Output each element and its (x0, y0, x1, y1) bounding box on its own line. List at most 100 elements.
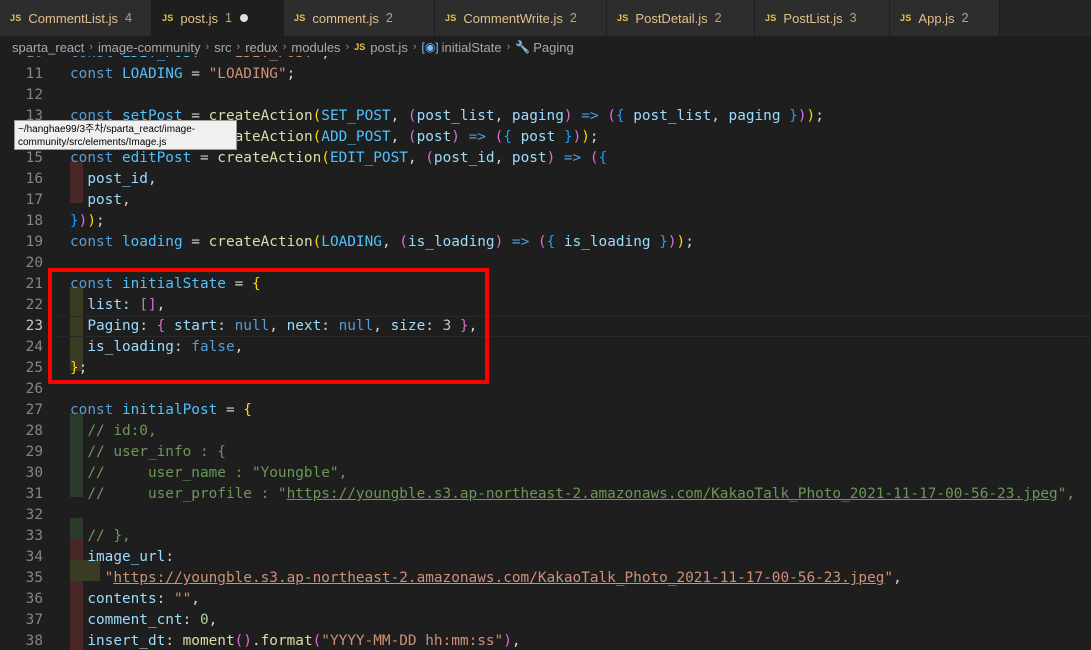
variable-symbol-icon: [◉] (421, 40, 439, 54)
line-number: 22 (25, 297, 43, 313)
breadcrumb-property[interactable]: Paging (533, 40, 573, 55)
code-line[interactable]: 28 // id:0, (0, 421, 1091, 442)
code-line[interactable]: 11 const LOADING = "LOADING"; (0, 64, 1091, 85)
code-token: const (70, 66, 122, 82)
code-token: , (711, 108, 729, 124)
editor-tab[interactable]: JS PostDetail.js 2 (607, 0, 755, 36)
code-token: => (459, 129, 495, 145)
breadcrumb: sparta_react › image-community › src › redux › m… (0, 36, 1091, 58)
code-line[interactable]: 36 contents: "", (0, 589, 1091, 610)
javascript-file-icon: JS (162, 13, 174, 23)
chevron-right-icon: › (89, 41, 93, 53)
code-token: LOADING (321, 234, 382, 250)
javascript-file-icon: JS (900, 13, 912, 23)
code-token: ) (563, 108, 573, 124)
editor-tab[interactable]: JS post.js 1 (152, 0, 284, 36)
code-token: , (511, 633, 521, 649)
code-line[interactable]: 18})); (0, 211, 1091, 232)
tab-label: CommentList.js (28, 10, 118, 26)
editor-tab[interactable]: JS CommentList.js 4 (0, 0, 152, 36)
editor-tab[interactable]: JS comment.js 2 (284, 0, 435, 36)
code-line[interactable]: 12 (0, 85, 1091, 106)
code-token: // id:0, (87, 423, 157, 439)
code-line[interactable]: 17 post, (0, 190, 1091, 211)
code-token: moment (182, 633, 235, 649)
code-line[interactable]: 15 const editPost = createAction(EDIT_POS… (0, 148, 1091, 169)
line-number: 26 (25, 381, 43, 397)
breadcrumb-segment[interactable]: redux (245, 40, 278, 55)
code-token: } (555, 129, 573, 145)
breadcrumb-segment[interactable]: src (214, 40, 231, 55)
code-token: : (165, 633, 183, 649)
code-line[interactable]: 10 const EDIT_POST = "EDIT_POST"; (0, 56, 1091, 64)
code-token: { (546, 234, 564, 250)
line-number: 36 (25, 591, 43, 607)
breadcrumb-symbol[interactable]: initialState (442, 40, 502, 55)
code-token: ( (312, 129, 322, 145)
code-token: https://youngble.s3.ap-northeast-2.amazo… (113, 570, 885, 586)
unsaved-dot-icon[interactable] (239, 14, 248, 22)
line-number: 34 (25, 549, 43, 565)
code-line[interactable]: 34 image_url: (0, 547, 1091, 568)
chevron-right-icon: › (205, 41, 210, 53)
code-token: } (650, 234, 668, 250)
code-token: "LOADING" (208, 66, 287, 82)
code-token: ( (399, 234, 408, 250)
breadcrumb-segment[interactable]: image-community (98, 40, 201, 55)
code-line[interactable]: 31 // user_profile : "https://youngble.s… (0, 484, 1091, 505)
code-token: ; (286, 66, 296, 82)
code-line[interactable]: 16 post_id, (0, 169, 1091, 190)
code-token: // }, (87, 528, 131, 544)
chevron-right-icon: › (282, 41, 287, 53)
code-line[interactable]: 19 const loading = createAction(LOADING, … (0, 232, 1091, 253)
code-token: editPost (121, 150, 192, 166)
problem-count-badge: 1 (225, 11, 232, 25)
code-line[interactable]: 32 (0, 505, 1091, 526)
code-token: { (503, 129, 521, 145)
code-token: " (884, 570, 894, 586)
code-token: ( (537, 234, 547, 250)
breadcrumb-segment[interactable]: modules (291, 40, 340, 55)
code-token: : (156, 591, 174, 607)
code-token: ( (312, 108, 322, 124)
javascript-file-icon: JS (10, 13, 22, 23)
javascript-file-icon: JS (445, 13, 457, 23)
line-number: 30 (25, 465, 43, 481)
code-line[interactable]: 33 // }, (0, 526, 1091, 547)
code-token: ( (425, 150, 434, 166)
code-token: 0 (199, 612, 209, 628)
code-content: // user_name : "Youngble", (70, 463, 347, 484)
code-line[interactable]: 27 const initialPost = { (0, 400, 1091, 421)
code-line[interactable]: 37 comment_cnt: 0, (0, 610, 1091, 631)
code-token: ) (494, 234, 504, 250)
tooltip-line: community/src/elements/Image.js (18, 137, 167, 148)
tab-label: PostList.js (783, 10, 843, 26)
line-number: 20 (25, 255, 43, 271)
chevron-right-icon: › (345, 41, 350, 53)
code-token: EDIT_POST (122, 56, 200, 61)
code-token: , (121, 192, 131, 208)
code-token: comment_cnt (87, 612, 183, 628)
editor-tab[interactable]: JS CommentWrite.js 2 (435, 0, 607, 36)
breadcrumb-file[interactable]: post.js (370, 40, 408, 55)
code-line[interactable]: 30 // user_name : "Youngble", (0, 463, 1091, 484)
line-number: 10 (0, 56, 43, 64)
editor-tab[interactable]: JS App.js 2 (890, 0, 1000, 36)
line-number: 19 (25, 234, 43, 250)
code-token: ) (667, 234, 677, 250)
code-token: ; (815, 108, 824, 124)
code-token: post (520, 129, 556, 145)
code-line[interactable]: 35 "https://youngble.s3.ap-northeast-2.a… (0, 568, 1091, 589)
line-number: 24 (25, 339, 43, 355)
editor-tab[interactable]: JS PostList.js 3 (755, 0, 890, 36)
chevron-right-icon: › (236, 41, 241, 53)
code-content: comment_cnt: 0, (70, 610, 217, 631)
code-content: // id:0, (70, 421, 157, 442)
problem-count-badge: 2 (961, 11, 969, 25)
code-line[interactable]: 38 insert_dt: moment().format("YYYY-MM-D… (0, 631, 1091, 650)
code-line[interactable]: 29 // user_info : { (0, 442, 1091, 463)
code-token: // user_name : "Youngble", (87, 465, 348, 481)
breadcrumb-segment[interactable]: sparta_react (12, 40, 84, 55)
